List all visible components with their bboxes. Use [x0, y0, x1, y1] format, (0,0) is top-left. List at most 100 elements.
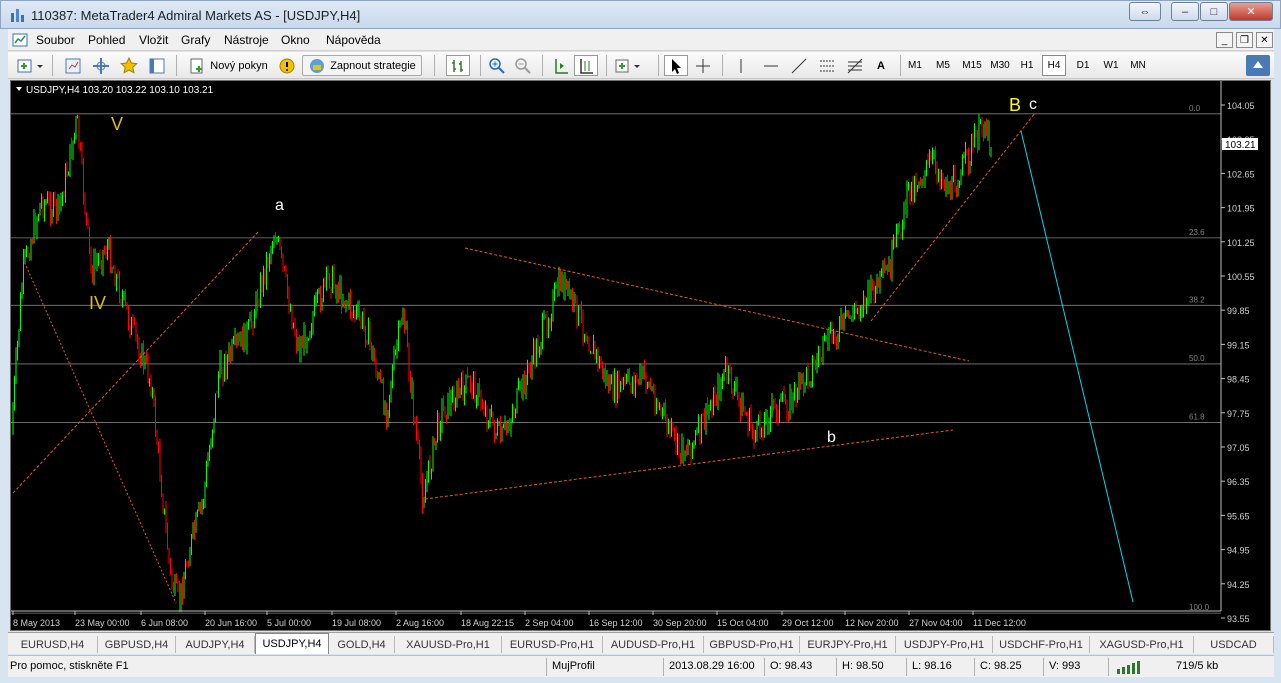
tab-usdjpy-pro-h1[interactable]: USDJPY-Pro,H1	[896, 636, 993, 653]
time-tick-label: 2 Aug 16:00	[396, 618, 444, 628]
price-tick-label: 94.25	[1227, 580, 1250, 590]
minimize-button[interactable]: –	[1171, 2, 1199, 21]
current-price-marker: 103.21	[1222, 138, 1258, 151]
indicators-icon	[615, 59, 640, 72]
tab-eurusd-h4[interactable]: EURUSD,H4	[8, 636, 98, 653]
alert-button[interactable]	[276, 55, 298, 76]
timeframe-h4[interactable]: H4	[1042, 55, 1066, 76]
app-icon	[11, 9, 24, 22]
menu-vlozit[interactable]: Vložit	[139, 33, 168, 47]
timeframe-d1[interactable]: D1	[1071, 55, 1095, 76]
crosshair-move-button[interactable]	[90, 55, 112, 76]
new-order-icon	[190, 58, 203, 73]
wave-b-trendline	[870, 112, 1036, 322]
profiles-button[interactable]	[62, 55, 84, 76]
price-tick-label: 104.05	[1227, 101, 1255, 111]
menu-pohled[interactable]: Pohled	[88, 33, 125, 47]
tab-audusd-pro-h1[interactable]: AUDUSD-Pro,H1	[603, 636, 704, 653]
price-tick-label: 96.35	[1227, 477, 1250, 487]
new-order-button[interactable]: Nový pokyn	[182, 55, 274, 76]
tab-gbpusd-pro-h1[interactable]: GBPUSD-Pro,H1	[704, 636, 800, 653]
status-profile[interactable]: MujProfil	[552, 660, 595, 672]
timeframe-h1[interactable]: H1	[1015, 55, 1039, 76]
time-tick-label: 8 May 2013	[13, 618, 60, 628]
mdi-minimize-button[interactable]: _	[1216, 32, 1233, 48]
title-bar[interactable]: 110387: MetaTrader4 Admiral Markets AS -…	[0, 0, 1281, 29]
restore-button[interactable]: ⇔	[1129, 2, 1161, 21]
connection-bars-icon	[1117, 661, 1140, 674]
trendline-icon	[791, 58, 807, 73]
timeframe-m30[interactable]: M30	[987, 55, 1013, 76]
time-tick-label: 5 Jul 00:00	[267, 618, 311, 628]
indicators-button[interactable]	[612, 55, 646, 76]
favorites-button[interactable]	[118, 55, 140, 76]
toolbar-options-button[interactable]	[1246, 55, 1270, 76]
zoom-out-button[interactable]	[512, 55, 534, 76]
timeframe-m15[interactable]: M15	[959, 55, 985, 76]
close-button[interactable]: ✕	[1229, 2, 1273, 21]
vertical-line-tool-button[interactable]	[730, 55, 752, 76]
horizontal-line-tool-button[interactable]	[760, 55, 782, 76]
menu-okno[interactable]: Okno	[281, 33, 310, 47]
tab-usdcad[interactable]: USDCAD	[1194, 636, 1274, 653]
tab-gold-h4[interactable]: GOLD,H4	[329, 636, 395, 653]
tab-usdchf-pro-h1[interactable]: USDCHF-Pro,H1	[993, 636, 1090, 653]
fib-level-label: 61.8	[1189, 413, 1205, 422]
time-tick-label: 6 Jun 08:00	[141, 618, 188, 628]
timeframe-m1[interactable]: M1	[903, 55, 927, 76]
price-chart[interactable]: 0.023.638.250.061.8100.0 VIVabB c 104.051…	[11, 81, 1270, 630]
tab-eurusd-pro-h1[interactable]: EURUSD-Pro,H1	[502, 636, 603, 653]
status-close: C: 98.25	[980, 660, 1022, 672]
current-price-label: 103.21	[1225, 140, 1256, 151]
wave-label-iv: IV	[89, 293, 106, 313]
timeframe-w1[interactable]: W1	[1099, 55, 1123, 76]
status-traffic: 719/5 kb	[1176, 660, 1219, 672]
warning-icon	[279, 58, 295, 73]
tab-xagusd-pro-h1[interactable]: XAGUSD-Pro,H1	[1090, 636, 1194, 653]
chart-shift-button[interactable]	[550, 55, 572, 76]
maximize-icon: □	[1210, 5, 1218, 18]
channel-tool-button[interactable]	[816, 55, 838, 76]
zoom-in-button[interactable]	[486, 55, 508, 76]
app-window: 110387: MetaTrader4 Admiral Markets AS -…	[0, 0, 1281, 683]
menu-bar: Soubor Pohled Vložit Grafy Nástroje Okno…	[8, 29, 1274, 51]
time-tick-label: 20 Jun 16:00	[205, 618, 257, 628]
chart-area[interactable]: 0.0 23.6 38.2 50.0 61.8 100.0 V IV a b Bc 104.05 1…	[10, 80, 1271, 631]
terminal-button[interactable]	[146, 55, 168, 76]
mdi-close-button[interactable]: ✕	[1256, 32, 1273, 48]
menu-nastroje[interactable]: Nástroje	[224, 33, 269, 47]
tab-audjpy-h4[interactable]: AUDJPY,H4	[176, 636, 255, 653]
tab-gbpusd-h4[interactable]: GBPUSD,H4	[98, 636, 176, 653]
maximize-button[interactable]: □	[1200, 2, 1228, 21]
timeframe-m5[interactable]: M5	[931, 55, 955, 76]
terminal-icon	[149, 58, 165, 73]
chart-shift-icon	[555, 58, 568, 74]
menu-grafy[interactable]: Grafy	[181, 33, 210, 47]
price-tick-label: 101.25	[1227, 238, 1255, 248]
autoscroll-button[interactable]	[574, 55, 598, 76]
crosshair-tool-button[interactable]	[692, 55, 714, 76]
mdi-restore-button[interactable]: ❐	[1236, 32, 1253, 48]
text-tool-button[interactable]: A	[870, 55, 892, 76]
timeframe-mn[interactable]: MN	[1126, 55, 1150, 76]
tab-eurjpy-pro-h1[interactable]: EURJPY-Pro,H1	[800, 636, 896, 653]
tab-usdjpy-h4[interactable]: USDJPY,H4	[255, 633, 329, 654]
menu-napoveda[interactable]: Nápověda	[326, 33, 381, 47]
bar-chart-button[interactable]	[446, 55, 470, 76]
fibonacci-tool-button[interactable]	[844, 55, 866, 76]
chart-window-icon[interactable]	[12, 32, 28, 48]
wave-labels: V IV a b B c	[89, 95, 1037, 446]
channel-icon	[820, 60, 834, 71]
tab-xauusd-pro-h1[interactable]: XAUUSD-Pro,H1	[395, 636, 502, 653]
trendline-tool-button[interactable]	[788, 55, 810, 76]
status-datetime: 2013.08.29 16:00	[669, 660, 755, 672]
fib-level-label: 0.0	[1189, 104, 1201, 113]
price-tick-label: 99.85	[1227, 306, 1250, 316]
menu-soubor[interactable]: Soubor	[36, 33, 75, 47]
up-arrow-icon	[1253, 60, 1263, 68]
cursor-tool-button[interactable]	[664, 55, 688, 76]
auto-trading-button[interactable]: Zapnout strategie	[302, 55, 422, 76]
new-chart-button[interactable]	[14, 55, 48, 76]
bar-chart-icon	[452, 59, 463, 72]
time-tick-label: 18 Aug 22:15	[461, 618, 514, 628]
